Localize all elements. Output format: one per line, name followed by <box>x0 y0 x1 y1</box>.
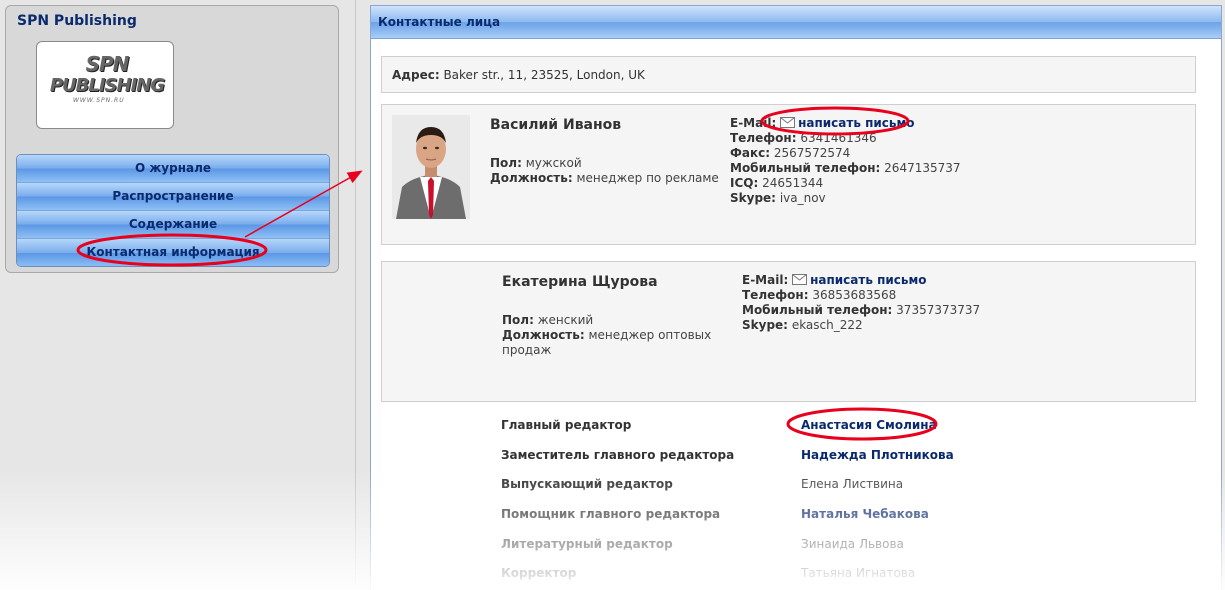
email-label: E-Mail: <box>742 273 789 287</box>
staff-role: Заместитель главного редактора <box>501 448 735 462</box>
gender-value: женский <box>537 313 594 327</box>
fax-label: Факс: <box>730 146 771 160</box>
skype-label: Skype: <box>742 318 788 332</box>
mobile-row: Мобильный телефон: 37357373737 <box>742 303 980 318</box>
section-header: Контактные лица <box>371 6 1221 39</box>
phone-row: Телефон: 36853683568 <box>742 288 980 303</box>
logo-line-2: PUBLISHING <box>49 75 165 96</box>
staff-role: Выпускающий редактор <box>501 477 673 491</box>
position-label: Должность: <box>502 328 585 342</box>
envelope-icon <box>780 117 796 128</box>
staff-name: Татьяна Игнатова <box>801 566 916 580</box>
position-value: менеджер по рекламе <box>576 171 719 185</box>
address-label: Адрес: <box>392 68 440 82</box>
position-label: Должность: <box>490 171 573 185</box>
write-email-link[interactable]: написать письмо <box>798 116 914 130</box>
contact-details: Пол: мужской Должность: менеджер по рекл… <box>490 156 719 186</box>
email-row: E-Mail: написать письмо <box>742 273 980 288</box>
phone-label: Телефон: <box>742 288 809 302</box>
staff-row: Заместитель главного редактора Надежда П… <box>371 448 1221 468</box>
nav-menu: О журнале Распространение Содержание Кон… <box>16 154 330 267</box>
mobile-label: Мобильный телефон: <box>730 161 881 175</box>
staff-row: Выпускающий редактор Елена Листвина <box>371 477 1221 497</box>
logo-url: WWW.SPN.RU <box>73 97 125 104</box>
skype-value: iva_nov <box>779 191 826 205</box>
staff-name: Елена Листвина <box>801 477 904 491</box>
position-row-continued: продаж <box>502 343 552 357</box>
staff-role: Корректор <box>501 566 577 580</box>
email-row: E-Mail: написать письмо <box>730 116 961 131</box>
skype-row: Skype: ekasch_222 <box>742 318 980 333</box>
staff-row: Корректор Татьяна Игнатова <box>371 566 1221 586</box>
icq-label: ICQ: <box>730 176 759 190</box>
publisher-logo[interactable]: SPN PUBLISHING WWW.SPN.RU <box>36 41 174 129</box>
mobile-row: Мобильный телефон: 2647135737 <box>730 161 961 176</box>
contact-details: Пол: женский Должность: менеджер оптовых… <box>502 313 711 358</box>
mobile-value: 2647135737 <box>884 161 961 175</box>
staff-row: Литературный редактор Зинаида Львова <box>371 537 1221 557</box>
staff-name-link[interactable]: Надежда Плотникова <box>801 448 954 462</box>
fax-value: 2567572574 <box>773 146 851 160</box>
contact-communication: E-Mail: написать письмо Телефон: 6341461… <box>730 116 961 206</box>
page-divider <box>355 0 356 590</box>
contact-photo <box>392 115 470 219</box>
gender-value: мужской <box>525 156 582 170</box>
sidebar-panel: SPN Publishing SPN PUBLISHING WWW.SPN.RU… <box>5 5 339 273</box>
staff-role: Помощник главного редактора <box>501 507 721 521</box>
icq-value: 24651344 <box>762 176 824 190</box>
mobile-value: 37357373737 <box>896 303 981 317</box>
position-row: Должность: менеджер оптовых <box>502 328 711 343</box>
nav-item-distribution[interactable]: Распространение <box>17 183 329 211</box>
main-panel: Контактные лица Адрес: Baker str., 11, 2… <box>370 5 1222 590</box>
gender-row: Пол: женский <box>502 313 711 328</box>
gender-row: Пол: мужской <box>490 156 719 171</box>
contact-communication: E-Mail: написать письмо Телефон: 3685368… <box>742 273 980 333</box>
fax-row: Факс: 2567572574 <box>730 146 961 161</box>
gender-label: Пол: <box>490 156 522 170</box>
nav-item-contact-info[interactable]: Контактная информация <box>17 239 329 266</box>
staff-role: Главный редактор <box>501 418 632 432</box>
contact-card: Екатерина Щурова Пол: женский Должность:… <box>381 261 1196 402</box>
nav-item-contents[interactable]: Содержание <box>17 211 329 239</box>
email-label: E-Mail: <box>730 116 777 130</box>
icq-row: ICQ: 24651344 <box>730 176 961 191</box>
logo-line-1: SPN <box>85 52 130 76</box>
site-title: SPN Publishing <box>17 13 137 29</box>
staff-name-link[interactable]: Анастасия Смолина <box>801 418 937 432</box>
skype-row: Skype: iva_nov <box>730 191 961 206</box>
phone-value: 6341461346 <box>800 131 877 145</box>
contact-name: Екатерина Щурова <box>502 274 658 290</box>
nav-item-about[interactable]: О журнале <box>17 155 329 183</box>
staff-row: Главный редактор Анастасия Смолина <box>371 418 1221 438</box>
position-value: менеджер оптовых <box>588 328 712 342</box>
phone-row: Телефон: 6341461346 <box>730 131 961 146</box>
skype-value: ekasch_222 <box>791 318 863 332</box>
mobile-label: Мобильный телефон: <box>742 303 893 317</box>
staff-role: Литературный редактор <box>501 537 673 551</box>
envelope-icon <box>792 274 808 285</box>
portrait-image <box>392 115 470 219</box>
position-row: Должность: менеджер по рекламе <box>490 171 719 186</box>
gender-label: Пол: <box>502 313 534 327</box>
logo-wordmark: SPN PUBLISHING <box>43 54 171 96</box>
phone-value: 36853683568 <box>812 288 897 302</box>
phone-label: Телефон: <box>730 131 797 145</box>
contact-card: Василий Иванов Пол: мужской Должность: м… <box>381 104 1196 245</box>
staff-name-link[interactable]: Наталья Чебакова <box>801 507 929 521</box>
address-box: Адрес: Baker str., 11, 23525, London, UK <box>381 56 1196 93</box>
address-value: Baker str., 11, 23525, London, UK <box>443 68 645 82</box>
contact-name: Василий Иванов <box>490 117 622 133</box>
staff-row: Помощник главного редактора Наталья Чеба… <box>371 507 1221 527</box>
skype-label: Skype: <box>730 191 776 205</box>
write-email-link[interactable]: написать письмо <box>810 273 926 287</box>
staff-name: Зинаида Львова <box>801 537 904 551</box>
